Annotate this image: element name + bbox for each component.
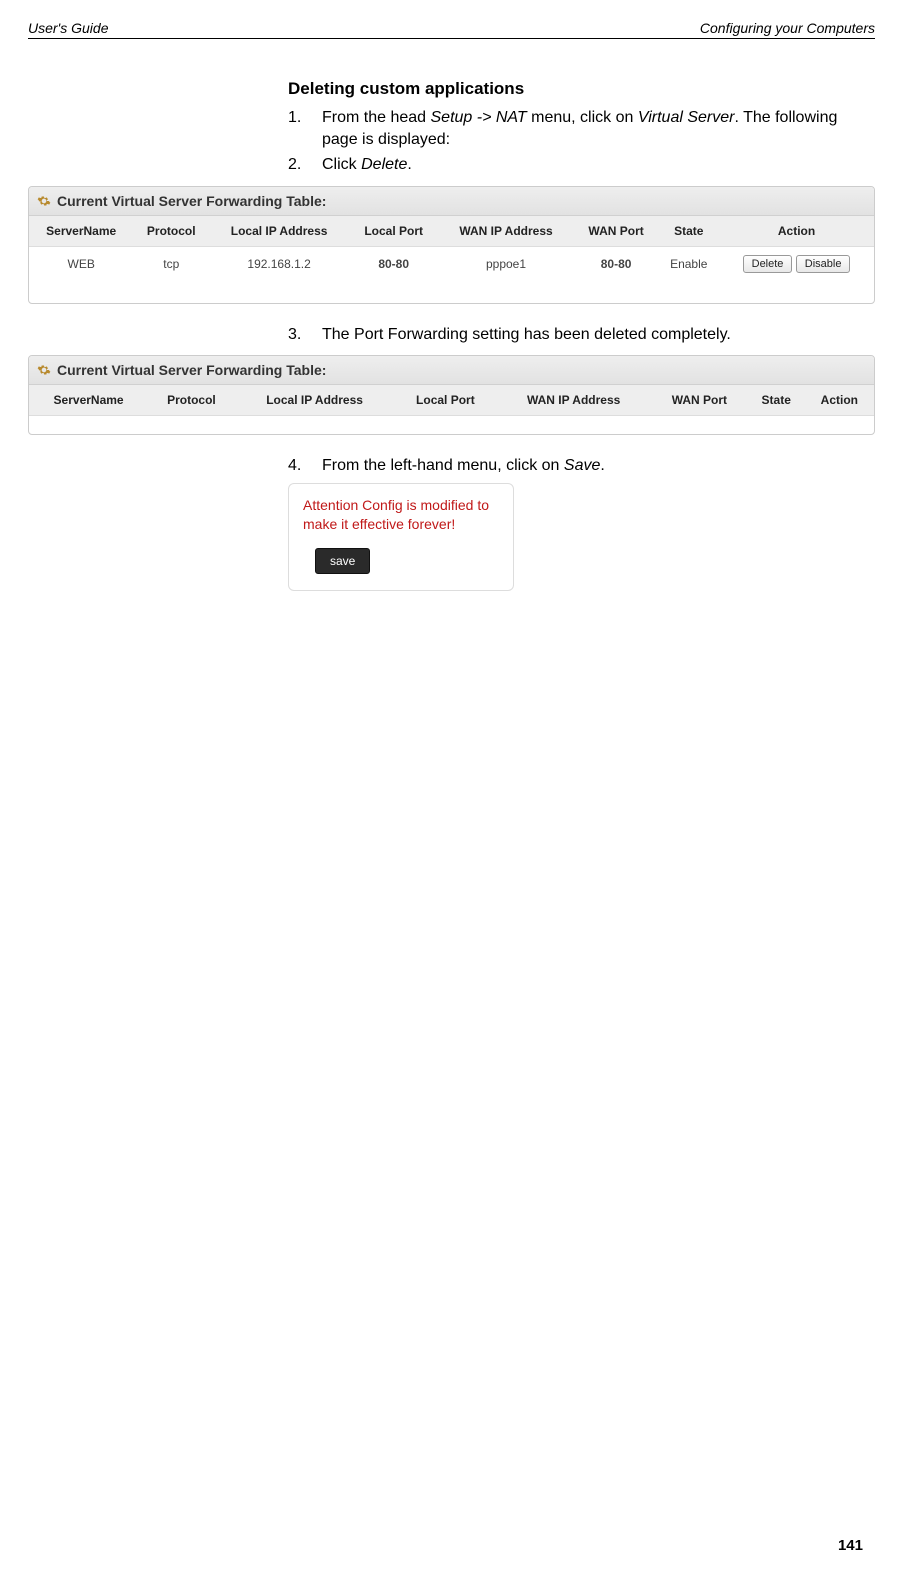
cell-servername: WEB bbox=[29, 246, 133, 281]
step-text: From the left-hand menu, click on Save. bbox=[322, 455, 605, 477]
cell-localip: 192.168.1.2 bbox=[209, 246, 349, 281]
step-2: 2. Click Delete. bbox=[288, 154, 855, 176]
th-wanip: WAN IP Address bbox=[496, 385, 651, 416]
step-number: 1. bbox=[288, 107, 322, 150]
forwarding-table-1: ServerName Protocol Local IP Address Loc… bbox=[29, 216, 874, 281]
th-localport: Local Port bbox=[394, 385, 496, 416]
header-left: User's Guide bbox=[28, 20, 108, 36]
delete-button[interactable]: Delete bbox=[743, 255, 793, 273]
th-wanip: WAN IP Address bbox=[438, 216, 574, 247]
th-protocol: Protocol bbox=[133, 216, 209, 247]
cell-wanip: pppoe1 bbox=[438, 246, 574, 281]
cell-action: Delete Disable bbox=[719, 246, 874, 281]
th-wanport: WAN Port bbox=[574, 216, 659, 247]
step-number: 2. bbox=[288, 154, 322, 176]
th-action: Action bbox=[719, 216, 874, 247]
attention-text: Attention Config is modified to make it … bbox=[303, 496, 499, 534]
forwarding-table-2: ServerName Protocol Local IP Address Loc… bbox=[29, 385, 874, 416]
gear-icon bbox=[37, 194, 51, 208]
th-wanport: WAN Port bbox=[651, 385, 748, 416]
th-state: State bbox=[748, 385, 805, 416]
panel-header: Current Virtual Server Forwarding Table: bbox=[29, 187, 874, 216]
th-servername: ServerName bbox=[29, 216, 133, 247]
cell-localport: 80-80 bbox=[349, 246, 438, 281]
step-list-2: 3. The Port Forwarding setting has been … bbox=[288, 324, 855, 346]
panel-title: Current Virtual Server Forwarding Table: bbox=[57, 193, 326, 209]
step-number: 4. bbox=[288, 455, 322, 477]
table-header-row: ServerName Protocol Local IP Address Loc… bbox=[29, 385, 874, 416]
step-3: 3. The Port Forwarding setting has been … bbox=[288, 324, 855, 346]
panel-header: Current Virtual Server Forwarding Table: bbox=[29, 356, 874, 385]
step-number: 3. bbox=[288, 324, 322, 346]
save-card: Attention Config is modified to make it … bbox=[288, 483, 514, 591]
screenshot-table-2: Current Virtual Server Forwarding Table:… bbox=[28, 355, 875, 435]
step-text: From the head Setup -> NAT menu, click o… bbox=[322, 107, 855, 150]
panel-title: Current Virtual Server Forwarding Table: bbox=[57, 362, 326, 378]
screenshot-table-1: Current Virtual Server Forwarding Table:… bbox=[28, 186, 875, 304]
th-servername: ServerName bbox=[29, 385, 148, 416]
header-right: Configuring your Computers bbox=[700, 20, 875, 36]
cell-wanport: 80-80 bbox=[574, 246, 659, 281]
save-button[interactable]: save bbox=[315, 548, 370, 574]
th-state: State bbox=[658, 216, 719, 247]
gear-icon bbox=[37, 363, 51, 377]
step-1: 1. From the head Setup -> NAT menu, clic… bbox=[288, 107, 855, 150]
th-localport: Local Port bbox=[349, 216, 438, 247]
disable-button[interactable]: Disable bbox=[796, 255, 851, 273]
table-header-row: ServerName Protocol Local IP Address Loc… bbox=[29, 216, 874, 247]
step-4: 4. From the left-hand menu, click on Sav… bbox=[288, 455, 855, 477]
step-list-1: 1. From the head Setup -> NAT menu, clic… bbox=[288, 107, 855, 176]
content-column-3: 4. From the left-hand menu, click on Sav… bbox=[288, 455, 855, 477]
step-text: The Port Forwarding setting has been del… bbox=[322, 324, 731, 346]
th-localip: Local IP Address bbox=[209, 216, 349, 247]
page-number: 141 bbox=[838, 1537, 863, 1554]
th-protocol: Protocol bbox=[148, 385, 235, 416]
content-column: Deleting custom applications 1. From the… bbox=[288, 79, 855, 176]
step-text: Click Delete. bbox=[322, 154, 412, 176]
cell-state: Enable bbox=[658, 246, 719, 281]
table-row: WEB tcp 192.168.1.2 80-80 pppoe1 80-80 E… bbox=[29, 246, 874, 281]
section-title: Deleting custom applications bbox=[288, 79, 855, 99]
th-action: Action bbox=[805, 385, 874, 416]
page-header: User's Guide Configuring your Computers bbox=[28, 20, 875, 39]
content-column-2: 3. The Port Forwarding setting has been … bbox=[288, 324, 855, 346]
cell-protocol: tcp bbox=[133, 246, 209, 281]
th-localip: Local IP Address bbox=[235, 385, 395, 416]
step-list-3: 4. From the left-hand menu, click on Sav… bbox=[288, 455, 855, 477]
